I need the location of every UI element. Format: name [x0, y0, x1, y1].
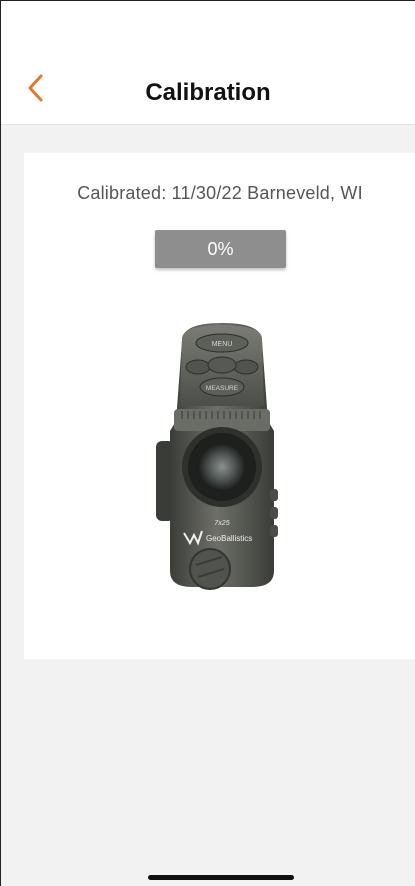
calibration-progress-bar: 0%	[155, 230, 286, 268]
nav-divider	[1, 124, 415, 125]
menu-label: MENU	[212, 341, 233, 348]
measure-label: MEASURE	[206, 385, 239, 392]
brand-label: GeoBallistics	[206, 534, 252, 543]
page-title: Calibration	[145, 79, 271, 106]
model-label: 7x25	[214, 520, 229, 527]
calibration-card: Calibrated: 11/30/22 Barneveld, WI 0% ME…	[24, 153, 415, 659]
calibration-status-text: Calibrated: 11/30/22 Barneveld, WI	[77, 183, 363, 203]
calibration-screen: Calibration Calibrated: 11/30/22 Barneve…	[0, 0, 415, 886]
progress-label: 0%	[207, 238, 234, 259]
nav-bar: Calibration	[1, 1, 415, 124]
home-indicator[interactable]	[148, 875, 294, 880]
rangefinder-image: MENU MEASURE 7x25 GeoBallistics	[152, 321, 292, 591]
